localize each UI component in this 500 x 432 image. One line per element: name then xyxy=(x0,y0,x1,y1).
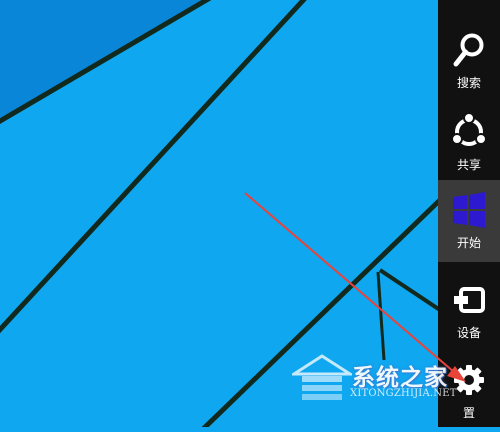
charm-search[interactable]: 搜索 xyxy=(438,20,500,102)
wallpaper-lines xyxy=(0,0,438,427)
windows-logo-icon xyxy=(449,190,489,230)
wallpaper-line xyxy=(201,198,438,427)
gear-icon xyxy=(449,360,489,400)
charm-share[interactable]: 共享 xyxy=(438,102,500,184)
charm-settings-label: 置 xyxy=(462,406,475,420)
wallpaper-line xyxy=(376,271,386,361)
charm-devices-label: 设备 xyxy=(456,326,481,340)
charm-share-label: 共享 xyxy=(456,158,481,172)
charm-start[interactable]: 开始 xyxy=(438,180,500,262)
charms-bar: 搜索 共享 开始 设备 置 xyxy=(438,0,500,427)
devices-icon xyxy=(449,280,489,320)
search-icon xyxy=(449,30,489,70)
charm-start-label: 开始 xyxy=(456,236,481,250)
charm-search-label: 搜索 xyxy=(456,76,481,90)
share-icon xyxy=(449,112,489,152)
charm-settings[interactable]: 置 xyxy=(438,350,500,432)
charm-devices[interactable]: 设备 xyxy=(438,270,500,352)
desktop-wallpaper xyxy=(0,0,438,427)
wallpaper-line xyxy=(378,268,438,312)
